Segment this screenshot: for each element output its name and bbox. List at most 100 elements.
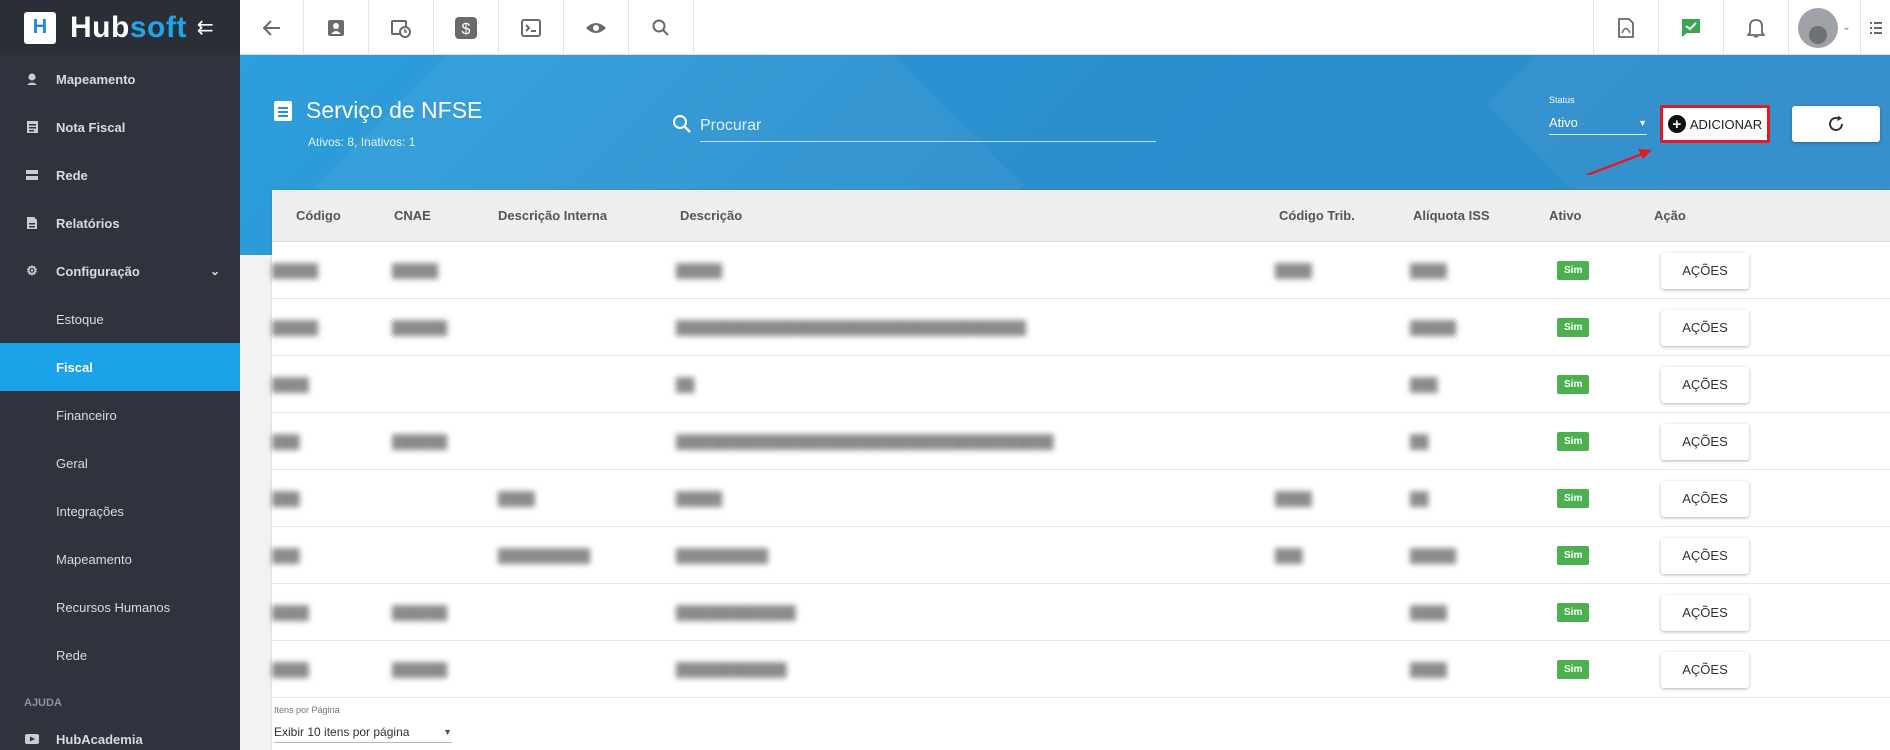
sidebar-item-rede[interactable]: Rede <box>0 151 240 199</box>
cell-cnae: ██████ <box>392 320 448 335</box>
sidebar-subitem-mapeamento[interactable]: Mapeamento <box>0 535 240 583</box>
dollar-icon[interactable]: $ <box>434 0 499 55</box>
sidebar-item-configuracao[interactable]: ⚙ Configuração ⌄ <box>0 247 240 295</box>
refresh-button[interactable] <box>1792 106 1880 142</box>
cell-aliquota: ████ <box>1410 263 1447 278</box>
sidebar-item-label: Rede <box>56 167 88 183</box>
items-per-page-label: Itens por Página <box>274 705 340 715</box>
sidebar-item-label: Nota Fiscal <box>56 119 126 135</box>
cell-acao: AÇÕES <box>1661 470 1749 527</box>
sidebar-subitem-rede[interactable]: Rede <box>0 631 240 679</box>
acoes-button[interactable]: AÇÕES <box>1661 537 1749 574</box>
cell-acao: AÇÕES <box>1661 584 1749 641</box>
sidebar-subitem-geral[interactable]: Geral <box>0 439 240 487</box>
column-cnae[interactable]: CNAE <box>394 208 431 223</box>
sidebar-subitem-estoque[interactable]: Estoque <box>0 295 240 343</box>
sidebar-item-relatorios[interactable]: Relatórios <box>0 199 240 247</box>
sidebar: H Hubsoft ⇇ Mapeamento Nota Fiscal Rede … <box>0 0 240 750</box>
calendar-clock-icon[interactable] <box>369 0 434 55</box>
table-row[interactable]: ███ ██████████ ██████████ ███ █████ Sim AÇÕES <box>272 527 1890 584</box>
page-subtitle: Ativos: 8, Inativos: 1 <box>308 135 416 149</box>
cell-descricao: ██████████ <box>676 548 769 563</box>
terminal-icon[interactable] <box>499 0 564 55</box>
cell-desc-interna: ████ <box>498 491 535 506</box>
acoes-button[interactable]: AÇÕES <box>1661 252 1749 289</box>
user-avatar[interactable]: ⌄ <box>1788 0 1860 55</box>
status-badge: Sim <box>1557 432 1590 451</box>
column-descricao-interna[interactable]: Descrição Interna <box>498 208 607 223</box>
table-row[interactable]: ████ ██████ ████████████ ████ Sim AÇÕES <box>272 641 1890 698</box>
sidebar-subitem-financeiro[interactable]: Financeiro <box>0 391 240 439</box>
cell-aliquota: ███ <box>1410 377 1438 392</box>
sidebar-item-mapeamento[interactable]: Mapeamento <box>0 55 240 103</box>
table-row[interactable]: █████ █████ █████ ████ ████ Sim AÇÕES <box>272 242 1890 299</box>
table-row[interactable]: ███ ████ █████ ████ ██ Sim AÇÕES <box>272 470 1890 527</box>
cell-codigo: █████ <box>272 263 319 278</box>
pdf-icon[interactable] <box>1593 0 1658 55</box>
back-arrow-icon[interactable] <box>240 0 304 55</box>
column-aliquota-iss[interactable]: Alíquota ISS <box>1413 208 1490 223</box>
dropdown-caret-icon: ▼ <box>443 726 452 737</box>
acoes-button[interactable]: AÇÕES <box>1661 480 1749 517</box>
cell-acao: AÇÕES <box>1661 641 1749 698</box>
table-row[interactable]: ████ ██████ █████████████ ████ Sim AÇÕES <box>272 584 1890 641</box>
add-button[interactable]: + ADICIONAR <box>1660 105 1770 143</box>
cell-descricao: ████████████ <box>676 662 787 677</box>
column-codigo[interactable]: Código <box>296 208 341 223</box>
services-table: Código CNAE Descrição Interna Descrição … <box>272 190 1890 750</box>
column-ativo[interactable]: Ativo <box>1549 208 1582 223</box>
cell-ativo: Sim <box>1557 527 1590 584</box>
bell-icon[interactable] <box>1723 0 1788 55</box>
acoes-button[interactable]: AÇÕES <box>1661 594 1749 631</box>
sidebar-item-nota-fiscal[interactable]: Nota Fiscal <box>0 103 240 151</box>
search-icon[interactable] <box>629 0 694 55</box>
cell-ativo: Sim <box>1557 413 1590 470</box>
status-badge: Sim <box>1557 603 1590 622</box>
search-input[interactable] <box>700 116 1156 135</box>
cell-aliquota: █████ <box>1410 548 1457 563</box>
cell-codigo: ████ <box>272 605 309 620</box>
cell-acao: AÇÕES <box>1661 242 1749 299</box>
sidebar-item-label: Configuração <box>56 263 140 279</box>
cell-desc-interna: ██████████ <box>498 548 591 563</box>
report-icon <box>24 215 40 231</box>
cell-codigo: ████ <box>272 377 309 392</box>
table-row[interactable]: ████ ██ ███ Sim AÇÕES <box>272 356 1890 413</box>
items-per-page: Itens por Página Exibir 10 itens por pág… <box>274 705 452 743</box>
checked-message-icon[interactable] <box>1658 0 1723 55</box>
eye-icon[interactable] <box>564 0 629 55</box>
column-descricao[interactable]: Descrição <box>680 208 742 223</box>
acoes-button[interactable]: AÇÕES <box>1661 309 1749 346</box>
top-toolbar-right: ⌄ <box>1593 0 1890 55</box>
sidebar-section-ajuda: AJUDA <box>24 697 62 709</box>
cell-cod-trib: ███ <box>1275 548 1303 563</box>
sidebar-item-hubacademia[interactable]: HubAcademia <box>0 727 240 750</box>
cell-codigo: ███ <box>272 548 300 563</box>
status-label: Status <box>1549 95 1575 105</box>
youtube-icon <box>24 731 40 747</box>
brand: H Hubsoft ⇇ <box>0 0 240 55</box>
table-row[interactable]: ████████████████████████████████████████… <box>272 413 1890 470</box>
brand-name-part-1: Hub <box>70 10 130 44</box>
cell-descricao: ██ <box>676 377 695 392</box>
status-select[interactable]: Ativo ▼ <box>1549 111 1647 135</box>
acoes-button[interactable]: AÇÕES <box>1661 366 1749 403</box>
table-row[interactable]: ████████████████████████████████████████… <box>272 299 1890 356</box>
sidebar-subitem-recursos-humanos[interactable]: Recursos Humanos <box>0 583 240 631</box>
sidebar-subitem-integracoes[interactable]: Integrações <box>0 487 240 535</box>
items-per-page-select[interactable]: Exibir 10 itens por página ▼ <box>274 721 452 743</box>
status-badge: Sim <box>1557 261 1590 280</box>
sidebar-subitem-fiscal[interactable]: Fiscal <box>0 343 240 391</box>
search-field <box>673 110 1156 142</box>
page-title-group: Serviço de NFSE <box>274 97 482 124</box>
status-badge: Sim <box>1557 660 1590 679</box>
collapse-menu-icon[interactable]: ⇇ <box>197 15 214 40</box>
acoes-button[interactable]: AÇÕES <box>1661 651 1749 688</box>
cell-aliquota: ██ <box>1410 434 1429 449</box>
list-icon[interactable] <box>1860 0 1890 55</box>
column-codigo-trib[interactable]: Código Trib. <box>1279 208 1355 223</box>
contact-card-icon[interactable] <box>304 0 369 55</box>
annotation-arrow <box>1586 149 1652 175</box>
cell-descricao: ████████████████████████████████████████… <box>676 434 1054 449</box>
acoes-button[interactable]: AÇÕES <box>1661 423 1749 460</box>
